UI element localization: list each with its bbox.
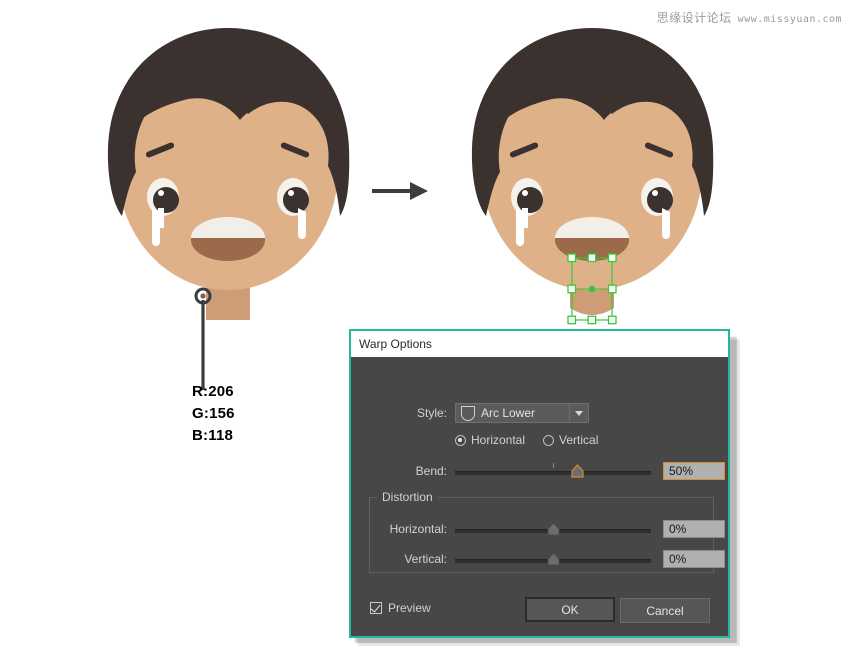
- preview-label: Preview: [388, 601, 431, 615]
- bend-row: Bend: 50%: [351, 462, 728, 480]
- bend-slider-track: [455, 471, 651, 475]
- transform-arrow-svg: [372, 182, 428, 200]
- dist-h-thumb-glyph: [547, 522, 560, 536]
- handle-middle-right[interactable]: [607, 284, 617, 294]
- style-label: Style:: [416, 406, 447, 420]
- eye-highlight-left: [158, 190, 164, 196]
- distortion-vertical-row: Vertical: 0%: [351, 550, 725, 568]
- tear-right: [298, 208, 306, 239]
- radio-vertical-label: Vertical: [559, 433, 599, 447]
- handle-bottom-center[interactable]: [587, 315, 597, 325]
- eye-highlight-right: [288, 190, 294, 196]
- tear-right: [662, 208, 670, 239]
- pupil-left: [517, 187, 543, 213]
- bend-slider-tick: [553, 463, 554, 468]
- handle-middle-left[interactable]: [567, 284, 577, 294]
- dist-v-thumb-glyph: [547, 552, 560, 566]
- selection-center-point[interactable]: [588, 285, 596, 293]
- pupil-right: [283, 187, 309, 213]
- tear-left-upper: [522, 208, 528, 228]
- handle-bottom-left[interactable]: [567, 315, 577, 325]
- radio-vertical[interactable]: Vertical: [543, 433, 598, 447]
- style-select[interactable]: Arc Lower: [455, 403, 589, 423]
- radio-horizontal-label: Horizontal: [471, 433, 526, 447]
- ok-button[interactable]: OK: [525, 597, 615, 622]
- bend-label: Bend:: [415, 464, 447, 478]
- color-value-b: B:118: [192, 427, 234, 444]
- bend-value-input[interactable]: 50%: [663, 462, 725, 480]
- radio-horizontal-indicator: [455, 434, 466, 446]
- left-illustration-original: [88, 20, 368, 330]
- distortion-horizontal-label: Horizontal:: [389, 522, 447, 536]
- dialog-footer: Preview OK Cancel: [351, 597, 728, 627]
- preview-checkbox[interactable]: [370, 602, 382, 614]
- handle-bottom-right[interactable]: [607, 315, 617, 325]
- distortion-vertical-thumb[interactable]: [547, 552, 560, 566]
- distortion-horizontal-row: Horizontal: 0%: [351, 520, 725, 538]
- bend-slider-thumb[interactable]: [571, 464, 584, 478]
- bend-thumb-glyph: [571, 464, 584, 478]
- dialog-titlebar: Warp Options: [351, 331, 728, 357]
- color-callout-values: R:206 G:156 B:118: [192, 381, 235, 447]
- warp-options-dialog: Warp Options Style: Arc Lower Horizontal…: [349, 329, 730, 638]
- color-value-g: G:156: [192, 405, 235, 422]
- distortion-horizontal-thumb[interactable]: [547, 522, 560, 536]
- right-illustration-warped: [452, 20, 732, 330]
- distortion-group-legend: Distortion: [377, 490, 438, 504]
- crying-boy-face-warped-svg: [471, 28, 714, 325]
- handle-top-left[interactable]: [567, 253, 577, 263]
- chevron-down-icon[interactable]: [570, 404, 588, 422]
- style-select-value: Arc Lower: [481, 406, 536, 420]
- arrow-glyph: [372, 182, 428, 200]
- distortion-vertical-input[interactable]: 0%: [663, 550, 725, 568]
- caret-glyph: [575, 410, 583, 416]
- eyedropper-callout-svg: [194, 287, 212, 390]
- pupil-left: [153, 187, 179, 213]
- distortion-vertical-label: Vertical:: [404, 552, 447, 566]
- orientation-row: Horizontal Vertical: [351, 433, 728, 447]
- cancel-button[interactable]: Cancel: [620, 598, 710, 623]
- callout-ring-fill: [200, 293, 206, 299]
- radio-vertical-indicator: [543, 434, 555, 446]
- tear-left-upper: [158, 208, 164, 228]
- arc-lower-icon: [461, 405, 475, 421]
- dialog-title: Warp Options: [359, 337, 432, 351]
- handle-top-right[interactable]: [607, 253, 617, 263]
- distortion-horizontal-input[interactable]: 0%: [663, 520, 725, 538]
- screenshot-canvas: 思缘设计论坛 www.missyuan.com R:206 G:156 B:11…: [0, 0, 850, 652]
- bend-slider[interactable]: [455, 462, 651, 480]
- color-value-r: R:206: [192, 383, 234, 400]
- distortion-vertical-slider[interactable]: [455, 550, 651, 568]
- preview-checkbox-row[interactable]: Preview: [370, 601, 431, 615]
- transform-arrow: [372, 178, 430, 209]
- dialog-body: Style: Arc Lower Horizontal Vertical Ben…: [351, 357, 728, 636]
- radio-horizontal[interactable]: Horizontal: [455, 433, 525, 447]
- crying-boy-face-original-svg: [107, 28, 350, 320]
- watermark-url-text: www.missyuan.com: [737, 14, 842, 25]
- pupil-right: [647, 187, 673, 213]
- eye-highlight-left: [522, 190, 528, 196]
- style-row: Style: Arc Lower: [351, 403, 728, 423]
- distortion-horizontal-slider[interactable]: [455, 520, 651, 538]
- handle-top-center[interactable]: [587, 253, 597, 263]
- eye-highlight-right: [652, 190, 658, 196]
